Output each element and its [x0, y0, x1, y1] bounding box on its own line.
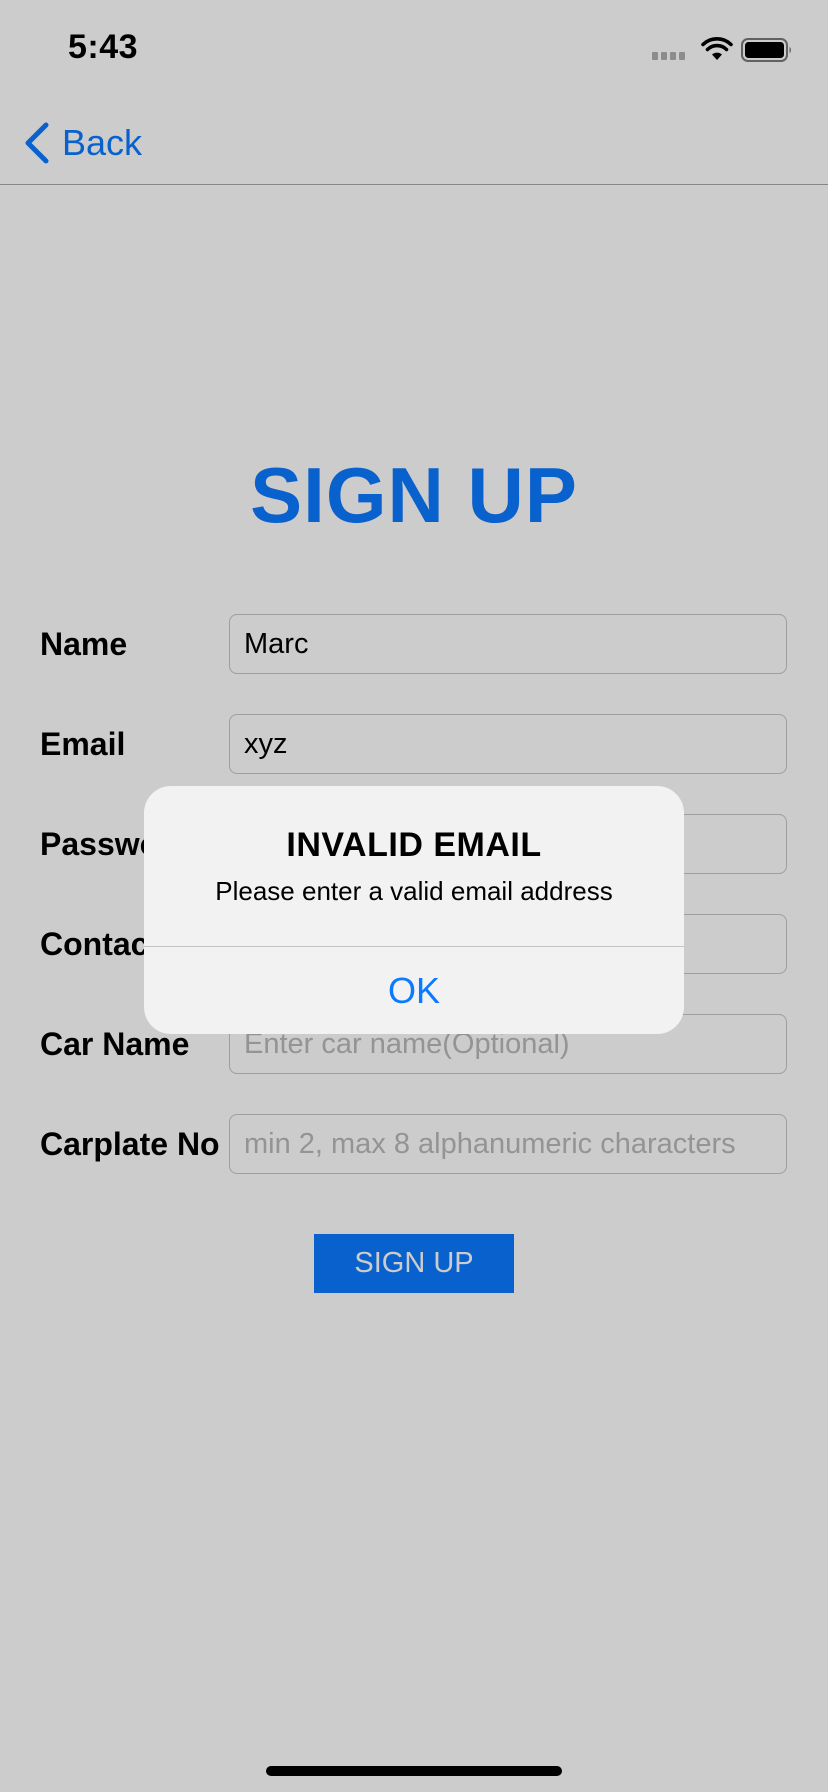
home-indicator[interactable] [266, 1766, 562, 1776]
invalid-email-alert: INVALID EMAIL Please enter a valid email… [144, 786, 684, 1034]
alert-title: INVALID EMAIL [286, 826, 542, 864]
alert-ok-button[interactable]: OK [144, 947, 684, 1034]
alert-message: Please enter a valid email address [215, 876, 613, 906]
